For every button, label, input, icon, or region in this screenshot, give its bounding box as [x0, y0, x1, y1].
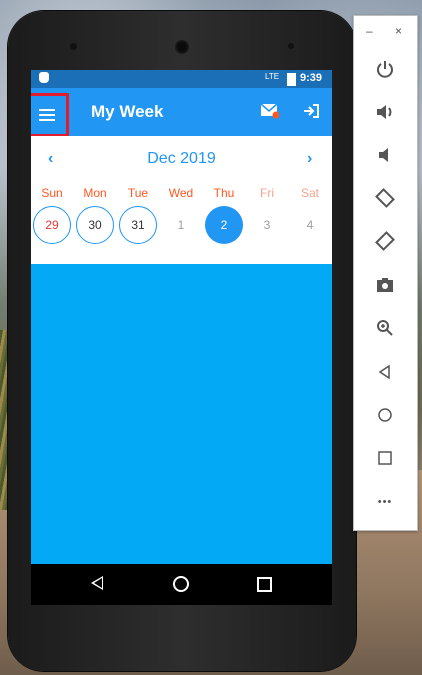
mail-button[interactable] — [260, 103, 280, 119]
page-title: My Week — [91, 102, 164, 121]
day-4[interactable]: 4 — [291, 206, 329, 244]
menu-icon — [39, 109, 55, 121]
rotate-right-button[interactable] — [372, 228, 398, 254]
weekday-label-thu: Thu — [213, 186, 235, 200]
overview-square-icon — [378, 451, 392, 465]
android-nav-bar — [31, 564, 332, 605]
battery-icon — [287, 73, 296, 86]
rotate-right-icon — [375, 231, 395, 251]
weekday-label-sat: Sat — [300, 186, 319, 200]
previous-week-button[interactable]: ‹ — [48, 150, 53, 168]
phone-camera — [175, 40, 189, 54]
logout-button[interactable] — [302, 102, 320, 120]
back-triangle-icon — [378, 364, 390, 380]
back-icon[interactable] — [91, 576, 103, 590]
home-circle-icon — [378, 408, 392, 422]
volume-up-button[interactable] — [372, 99, 398, 125]
logout-icon — [304, 104, 319, 118]
rotate-left-icon — [375, 188, 395, 208]
status-bar: LTE 9:39 — [31, 70, 332, 88]
home-icon[interactable] — [173, 576, 189, 592]
day-1[interactable]: 1 — [162, 206, 200, 244]
volume-down-button[interactable] — [372, 142, 398, 168]
zoom-in-icon — [377, 320, 393, 336]
emulator-toolbar: – × ••• — [353, 15, 418, 531]
weekday-label-tue: Tue — [127, 186, 149, 200]
volume-down-icon — [379, 148, 388, 162]
phone-sensor — [70, 43, 77, 50]
home-button[interactable] — [372, 402, 398, 428]
weekday-label-wed: Wed — [168, 186, 194, 200]
minimize-button[interactable]: – — [366, 24, 373, 38]
day-2-selected[interactable]: 2 — [205, 206, 243, 244]
power-icon — [377, 61, 393, 78]
status-time: 9:39 — [300, 72, 323, 84]
week-calendar: Dec 2019 ‹ › Sun Mon Tue Wed Thu Fri Sat… — [31, 136, 332, 264]
weekday-label-fri: Fri — [260, 186, 274, 200]
back-button[interactable] — [372, 359, 398, 385]
day-29[interactable]: 29 — [33, 206, 71, 244]
android-notification-icon — [39, 72, 49, 83]
weekday-label-mon: Mon — [83, 186, 107, 200]
power-button[interactable] — [372, 56, 398, 82]
day-30[interactable]: 30 — [76, 206, 114, 244]
app-screen: LTE 9:39 My Week Dec 2019 ‹ › Sun Mon Tu… — [31, 70, 332, 605]
next-week-button[interactable]: › — [307, 150, 312, 168]
volume-up-icon — [377, 105, 392, 119]
close-button[interactable]: × — [395, 24, 402, 38]
phone-sensor — [288, 43, 294, 49]
rotate-left-button[interactable] — [372, 185, 398, 211]
hamburger-menu-button[interactable] — [31, 93, 69, 137]
overview-button[interactable] — [372, 445, 398, 471]
camera-icon — [377, 278, 393, 292]
day-3[interactable]: 3 — [248, 206, 286, 244]
recent-apps-icon[interactable] — [257, 577, 272, 592]
weekday-label-sun: Sun — [41, 186, 63, 200]
month-label: Dec 2019 — [147, 150, 216, 167]
day-31[interactable]: 31 — [119, 206, 157, 244]
more-button[interactable]: ••• — [372, 489, 398, 515]
screenshot-button[interactable] — [372, 272, 398, 298]
app-bar: My Week — [31, 88, 332, 137]
mail-icon — [260, 103, 280, 119]
zoom-button[interactable] — [372, 315, 398, 341]
signal-icon: LTE — [265, 72, 280, 81]
